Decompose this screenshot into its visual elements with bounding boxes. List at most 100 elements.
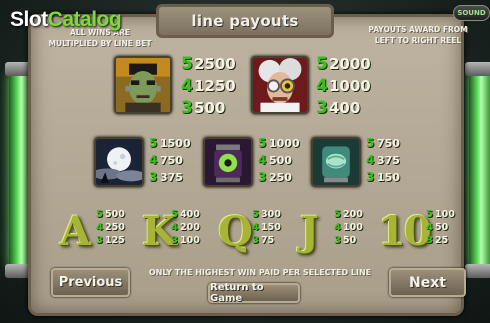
payout-value: 250 (105, 222, 125, 233)
payout-value: 375 (160, 171, 183, 184)
symbol-count: 4 (252, 222, 259, 233)
payout-value: 150 (261, 222, 281, 233)
payout-row: 5 300 (252, 208, 281, 221)
payout-row: 3 50 (334, 234, 363, 247)
symbol-count: 5 (252, 209, 259, 220)
payout-row: 4 1000 (316, 75, 371, 97)
payout-value: 2500 (194, 55, 236, 73)
payout-row: 4 250 (96, 221, 125, 234)
payout-value: 100 (343, 222, 363, 233)
card-q-payouts: 5 300 4 150 3 75 (252, 208, 281, 247)
symbol-count: 5 (149, 136, 158, 150)
mad-scientist-icon (253, 58, 307, 112)
payout-value: 250 (269, 171, 292, 184)
card-symbol-q: Q (218, 208, 253, 255)
brain-jar-icon (313, 139, 359, 185)
symbol-count: 5 (316, 54, 328, 74)
frankenstein-symbol (114, 56, 172, 114)
brain-jar-symbol (311, 137, 361, 187)
symbol-count: 3 (149, 170, 158, 184)
payout-row: 5 500 (96, 208, 125, 221)
moon-icon (96, 139, 142, 185)
symbol-count: 4 (316, 76, 328, 96)
payout-row: 5 750 (366, 135, 400, 152)
page-title: line payouts (191, 12, 299, 30)
symbol-count: 5 (334, 209, 341, 220)
return-to-game-button[interactable]: Return to Game (208, 282, 300, 304)
payout-value: 50 (435, 222, 449, 233)
watermark-logo: SlotCatalog (10, 8, 122, 32)
symbol-count: 4 (181, 76, 193, 96)
card-k-payouts: 5 400 4 200 3 100 (171, 208, 200, 247)
previous-button[interactable]: Previous (51, 268, 130, 297)
payout-value: 150 (377, 171, 400, 184)
payout-value: 2000 (329, 55, 371, 73)
symbol-count: 3 (181, 98, 193, 118)
right-test-tube (469, 70, 490, 270)
next-button[interactable]: Next (389, 268, 466, 297)
payout-value: 500 (269, 154, 292, 167)
payout-row: 4 1250 (181, 75, 236, 97)
symbol-count: 3 (96, 235, 103, 246)
payout-value: 400 (180, 209, 200, 220)
payout-value: 400 (329, 99, 361, 117)
payout-value: 125 (105, 235, 125, 246)
symbol-count: 5 (171, 209, 178, 220)
payout-row: 5 2500 (181, 53, 236, 75)
symbol-count: 3 (334, 235, 341, 246)
payout-row: 3 25 (426, 234, 455, 247)
payout-row: 5 200 (334, 208, 363, 221)
brain-jar-payouts: 5 750 4 375 3 150 (366, 135, 400, 186)
payout-value: 75 (261, 235, 275, 246)
tube-cap (465, 264, 490, 278)
symbol-count: 4 (171, 222, 178, 233)
card-symbol-a: A (60, 208, 92, 255)
tube-cap (465, 62, 490, 76)
payout-row: 4 50 (426, 221, 455, 234)
payout-row: 4 200 (171, 221, 200, 234)
symbol-count: 4 (334, 222, 341, 233)
payout-row: 4 750 (149, 152, 191, 169)
card-10-payouts: 5 100 4 50 3 25 (426, 208, 455, 247)
frankenstein-payouts: 5 2500 4 1250 3 500 (181, 53, 236, 119)
payout-row: 4 100 (334, 221, 363, 234)
eye-jar-symbol (203, 137, 253, 187)
payout-row: 3 400 (316, 97, 371, 119)
symbol-count: 4 (426, 222, 433, 233)
payout-value: 1000 (329, 77, 371, 95)
payout-row: 3 75 (252, 234, 281, 247)
note-left-to-right: PAYOUTS AWARD FROM LEFT TO RIGHT REEL (368, 25, 468, 45)
payout-value: 1250 (194, 77, 236, 95)
symbol-count: 3 (258, 170, 267, 184)
symbol-count: 3 (316, 98, 328, 118)
symbol-count: 5 (181, 54, 193, 74)
symbol-count: 3 (366, 170, 375, 184)
payout-value: 500 (105, 209, 125, 220)
payout-value: 750 (160, 154, 183, 167)
payout-row: 3 125 (96, 234, 125, 247)
payout-row: 5 1500 (149, 135, 191, 152)
payout-value: 300 (261, 209, 281, 220)
moon-payouts: 5 1500 4 750 3 375 (149, 135, 191, 186)
symbol-count: 5 (258, 136, 267, 150)
sound-button[interactable]: SOUND (453, 5, 490, 21)
mad-scientist-payouts: 5 2000 4 1000 3 400 (316, 53, 371, 119)
payout-row: 4 150 (252, 221, 281, 234)
mad-scientist-symbol (251, 56, 309, 114)
symbol-count: 4 (149, 153, 158, 167)
card-a-payouts: 5 500 4 250 3 125 (96, 208, 125, 247)
symbol-count: 4 (258, 153, 267, 167)
payout-row: 3 250 (258, 169, 300, 186)
payout-row: 5 2000 (316, 53, 371, 75)
symbol-count: 5 (96, 209, 103, 220)
symbol-count: 3 (252, 235, 259, 246)
payout-value: 200 (180, 222, 200, 233)
payout-value: 1500 (160, 137, 191, 150)
payout-row: 4 375 (366, 152, 400, 169)
highest-win-note: ONLY THE HIGHEST WIN PAID PER SELECTED L… (148, 268, 372, 277)
card-j-payouts: 5 200 4 100 3 50 (334, 208, 363, 247)
payout-value: 500 (194, 99, 226, 117)
title-plaque: line payouts (156, 4, 334, 38)
frankenstein-icon (116, 58, 170, 112)
eye-jar-icon (205, 139, 251, 185)
